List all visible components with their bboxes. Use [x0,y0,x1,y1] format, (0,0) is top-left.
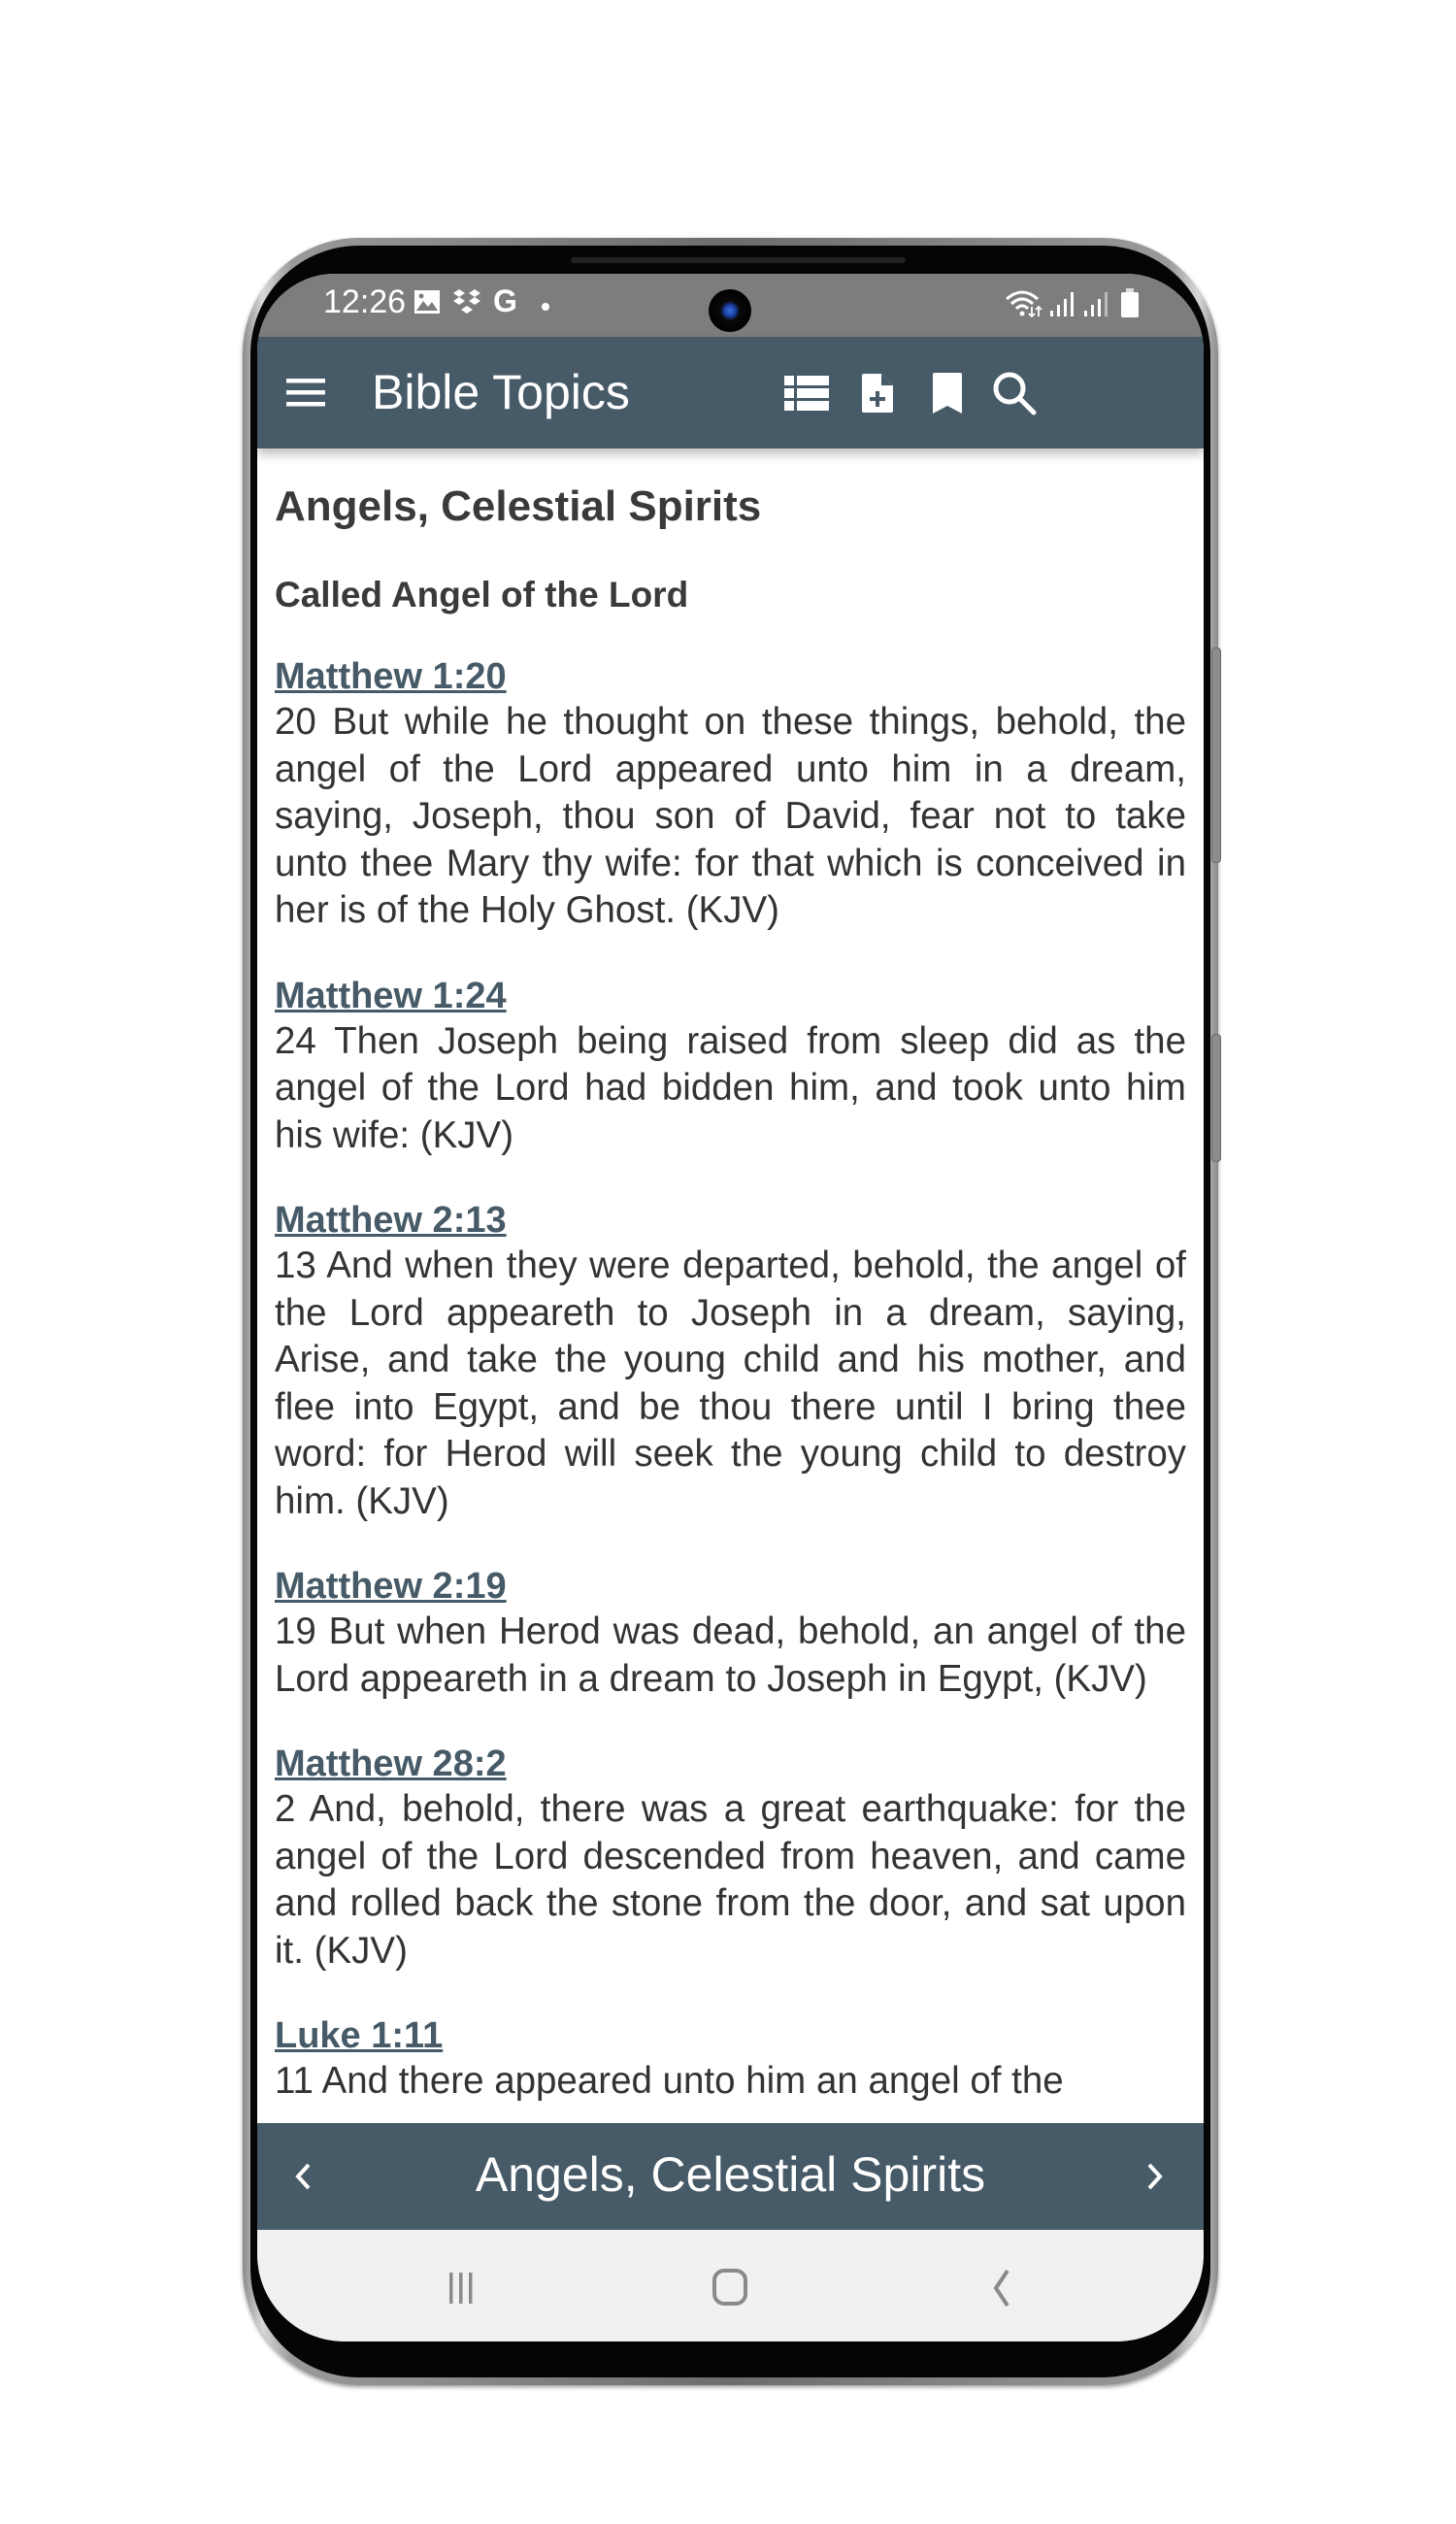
verse-entry: Matthew 1:24 24 Then Joseph being raised… [275,974,1186,1160]
verse-reference-link[interactable]: Luke 1:11 [275,2013,443,2058]
dropbox-icon [451,287,482,321]
back-icon [993,2269,1009,2308]
topic-list-button[interactable] [779,366,834,420]
current-topic-title: Angels, Celestial Spirits [475,2147,986,2202]
status-time: 12:26 [323,283,407,320]
verse-entry: Luke 1:11 11 And there appeared unto him… [275,2013,1186,2106]
topic-navigation-bar: Angels, Celestial Spirits [257,2123,1204,2230]
recent-apps-icon [449,2273,473,2304]
verse-text: 11 And there appeared unto him an angel … [275,2060,1064,2102]
search-button[interactable] [987,366,1042,420]
verse-text: 20 But while he thought on these things,… [275,701,1186,931]
verse-entry: Matthew 1:20 20 But while he thought on … [275,654,1186,935]
signal-icon [1048,289,1075,323]
add-note-button[interactable] [850,366,905,420]
screen: 12:26 G Bible Topics Angels, Celestial S… [257,274,1204,2341]
bookmark-button[interactable] [920,366,975,420]
verse-reference-link[interactable]: Matthew 1:24 [275,974,507,1018]
hamburger-menu-icon [286,379,325,407]
search-icon [993,372,1037,415]
recent-apps-button[interactable] [432,2259,490,2317]
battery-icon [1119,287,1141,323]
signal-icon [1082,289,1109,323]
verse-text: 24 Then Joseph being raised from sleep d… [275,1019,1186,1156]
home-icon [712,2269,747,2306]
gallery-icon [413,287,442,321]
google-icon: G [493,283,517,318]
verse-reference-link[interactable]: Matthew 2:13 [275,1198,507,1243]
earpiece [571,257,906,263]
verse-text: 19 But when Herod was dead, behold, an a… [275,1611,1186,1700]
topic-title: Angels, Celestial Spirits [275,482,762,530]
system-nav-bar [257,2230,1204,2341]
verse-reference-link[interactable]: Matthew 1:20 [275,654,507,699]
power-button [1211,1034,1221,1162]
bookmark-icon [933,373,962,414]
verse-reference-link[interactable]: Matthew 28:2 [275,1742,507,1786]
list-icon [784,376,829,411]
home-button[interactable] [701,2259,759,2317]
menu-button[interactable] [284,371,329,415]
chevron-right-icon [1147,2163,1163,2190]
wifi-icon [1005,289,1043,323]
add-note-icon [862,374,893,413]
verse-text: 13 And when they were departed, behold, … [275,1245,1186,1522]
verse-entry: Matthew 2:19 19 But when Herod was dead,… [275,1564,1186,1703]
topic-content[interactable]: Angels, Celestial Spirits Called Angel o… [257,448,1204,2123]
app-bar: Bible Topics [257,337,1204,448]
verse-reference-link[interactable]: Matthew 2:19 [275,1564,507,1609]
dot-icon [541,299,550,316]
volume-button [1211,648,1221,863]
verse-entry: Matthew 28:2 2 And, behold, there was a … [275,1742,1186,1975]
app-title: Bible Topics [372,365,630,419]
front-camera [709,289,751,332]
verse-text: 2 And, behold, there was a great earthqu… [275,1788,1186,1972]
verse-entry: Matthew 2:13 13 And when they were depar… [275,1198,1186,1525]
next-topic-button[interactable] [1131,2152,1179,2201]
section-title: Called Angel of the Lord [275,575,689,614]
status-bar: 12:26 G [257,274,1204,337]
back-button[interactable] [973,2259,1031,2317]
